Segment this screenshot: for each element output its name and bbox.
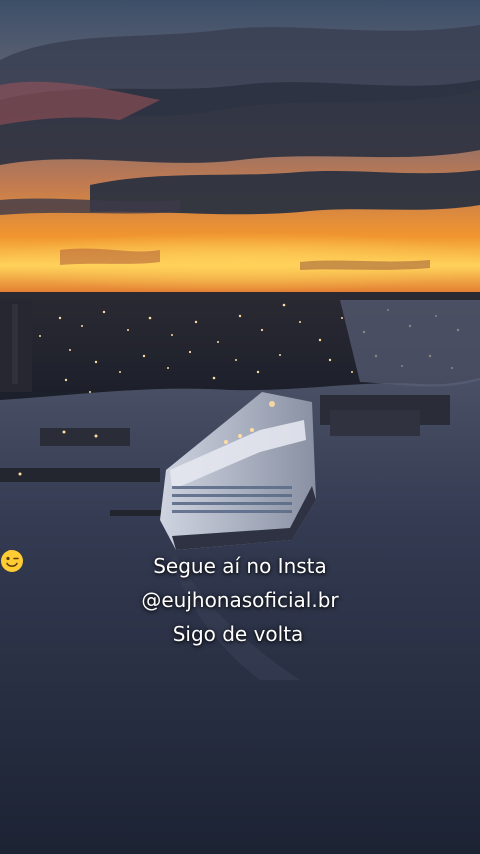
caption-line-2: @eujhonasoficial.br xyxy=(141,588,339,612)
caption-line-3-text: Sigo de volta xyxy=(172,622,304,646)
caption-line-1: Segue aí no Insta xyxy=(153,554,327,578)
distant-water xyxy=(340,300,480,387)
sunset-harbor-photo xyxy=(0,0,480,854)
caption-line-3: Sigo de volta xyxy=(0,550,480,651)
video-frame: Segue aí no Insta @eujhonasoficial.br Si… xyxy=(0,0,480,854)
overlay-caption: Segue aí no Insta @eujhonasoficial.br Si… xyxy=(0,549,480,651)
